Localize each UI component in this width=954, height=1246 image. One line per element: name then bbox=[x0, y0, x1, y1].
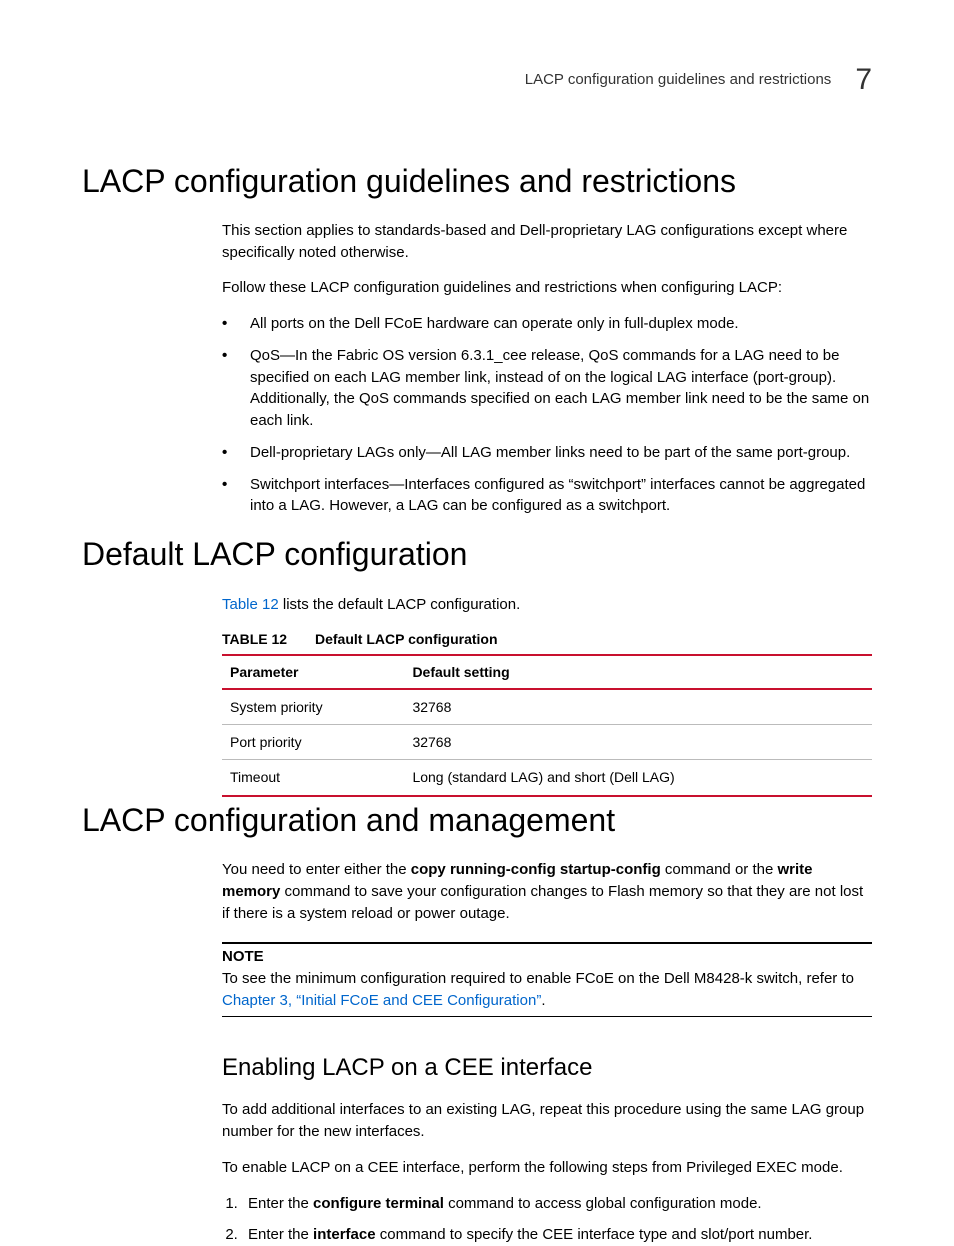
table-label: TABLE 12 bbox=[222, 631, 287, 647]
text: command to access global configuration m… bbox=[444, 1195, 762, 1212]
text: command or the bbox=[661, 861, 778, 878]
section2-body: Table 12 lists the default LACP configur… bbox=[222, 594, 872, 797]
paragraph: To add additional interfaces to an exist… bbox=[222, 1099, 872, 1143]
page: LACP configuration guidelines and restri… bbox=[0, 0, 954, 1235]
heading-default-lacp: Default LACP configuration bbox=[82, 531, 872, 577]
list-item: All ports on the Dell FCoE hardware can … bbox=[222, 313, 872, 335]
cell: Port priority bbox=[222, 725, 404, 760]
default-lacp-table: Parameter Default setting System priorit… bbox=[222, 654, 872, 797]
text: . bbox=[541, 992, 545, 1009]
guidelines-list: All ports on the Dell FCoE hardware can … bbox=[222, 313, 872, 517]
text: To see the minimum configuration require… bbox=[222, 970, 854, 987]
command-text: copy running-config startup-config bbox=[411, 861, 661, 878]
table-row: Port priority 32768 bbox=[222, 725, 872, 760]
table-caption: TABLE 12 Default LACP configuration bbox=[222, 629, 872, 649]
col-header-default: Default setting bbox=[404, 655, 872, 689]
table-row: System priority 32768 bbox=[222, 689, 872, 725]
step-item: Enter the interface command to specify t… bbox=[242, 1224, 872, 1246]
cell: Timeout bbox=[222, 760, 404, 796]
steps-list: Enter the configure terminal command to … bbox=[222, 1193, 872, 1246]
table-row: Timeout Long (standard LAG) and short (D… bbox=[222, 760, 872, 796]
text: command to save your configuration chang… bbox=[222, 883, 863, 922]
cell: 32768 bbox=[404, 725, 872, 760]
list-item: Switchport interfaces—Interfaces configu… bbox=[222, 474, 872, 518]
step-item: Enter the configure terminal command to … bbox=[242, 1193, 872, 1215]
heading-lacp-guidelines: LACP configuration guidelines and restri… bbox=[82, 158, 872, 204]
text: Enter the bbox=[248, 1195, 313, 1212]
paragraph: This section applies to standards-based … bbox=[222, 220, 872, 264]
chapter-number: 7 bbox=[855, 58, 872, 102]
list-item: QoS—In the Fabric OS version 6.3.1_cee r… bbox=[222, 345, 872, 432]
running-header: LACP configuration guidelines and restri… bbox=[82, 58, 872, 102]
table-reference-link[interactable]: Table 12 bbox=[222, 596, 279, 613]
running-title: LACP configuration guidelines and restri… bbox=[525, 69, 832, 91]
cell: System priority bbox=[222, 689, 404, 725]
paragraph: Follow these LACP configuration guidelin… bbox=[222, 277, 872, 299]
heading-lacp-management: LACP configuration and management bbox=[82, 797, 872, 843]
paragraph: To enable LACP on a CEE interface, perfo… bbox=[222, 1157, 872, 1179]
note-rule-bottom bbox=[222, 1016, 872, 1017]
note-body: To see the minimum configuration require… bbox=[222, 968, 872, 1012]
command-text: configure terminal bbox=[313, 1195, 444, 1212]
note-label: NOTE bbox=[222, 946, 872, 968]
cell: Long (standard LAG) and short (Dell LAG) bbox=[404, 760, 872, 796]
heading-enabling-lacp: Enabling LACP on a CEE interface bbox=[222, 1051, 872, 1086]
paragraph: You need to enter either the copy runnin… bbox=[222, 859, 872, 924]
chapter-reference-link[interactable]: Chapter 3, “Initial FCoE and CEE Configu… bbox=[222, 992, 541, 1009]
list-item: Dell-proprietary LAGs only—All LAG membe… bbox=[222, 442, 872, 464]
paragraph: Table 12 lists the default LACP configur… bbox=[222, 594, 872, 616]
text: You need to enter either the bbox=[222, 861, 411, 878]
note-rule-top bbox=[222, 942, 872, 944]
col-header-parameter: Parameter bbox=[222, 655, 404, 689]
section1-body: This section applies to standards-based … bbox=[222, 220, 872, 517]
cell: 32768 bbox=[404, 689, 872, 725]
text: lists the default LACP configuration. bbox=[279, 596, 521, 613]
section3-body: You need to enter either the copy runnin… bbox=[222, 859, 872, 1246]
table-title: Default LACP configuration bbox=[315, 631, 498, 647]
note-block: NOTE To see the minimum configuration re… bbox=[222, 942, 872, 1016]
